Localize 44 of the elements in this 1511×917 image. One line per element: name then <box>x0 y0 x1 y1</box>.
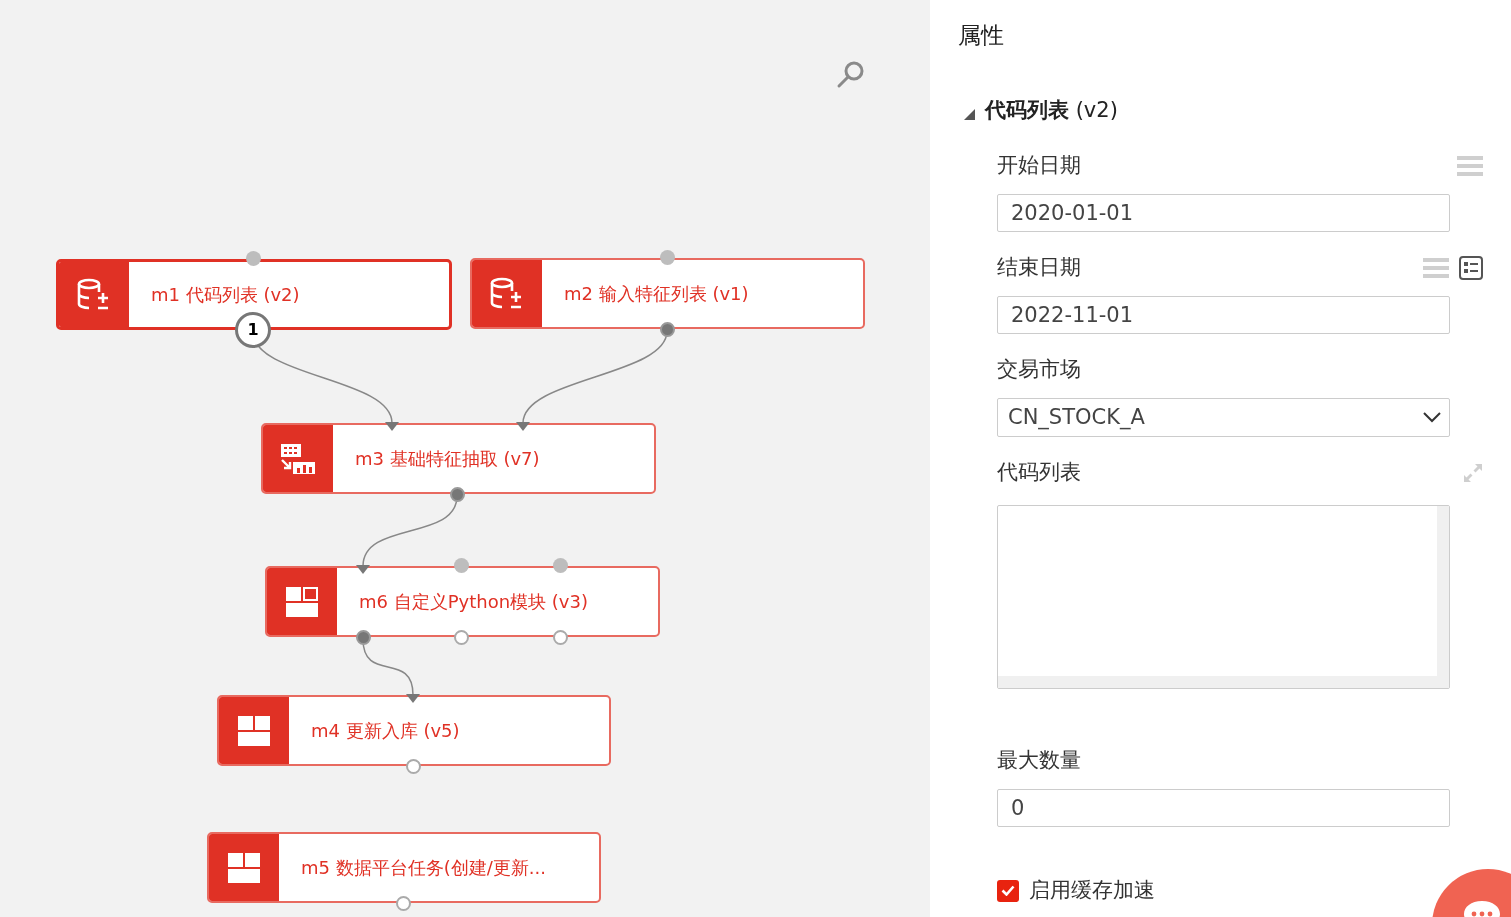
scrollbar[interactable] <box>1437 506 1449 676</box>
text-field[interactable]: 2022-11-01 <box>997 296 1450 334</box>
node-label: m2 输入特征列表 (v1) <box>564 282 749 306</box>
scrollbar[interactable] <box>998 676 1449 688</box>
text-field[interactable]: 0 <box>997 789 1450 827</box>
module-node[interactable]: m6 自定义Python模块 (v3) <box>265 566 660 637</box>
input-port-arrow-icon[interactable] <box>385 422 399 431</box>
field-label: 交易市场 <box>997 356 1081 384</box>
module-node[interactable]: m3 基础特征抽取 (v7) <box>261 423 656 494</box>
node-label: m1 代码列表 (v2) <box>151 283 300 307</box>
output-port-badge[interactable]: 1 <box>235 312 271 348</box>
node-label: m5 数据平台任务(创建/更新... <box>301 856 546 880</box>
form-icon[interactable] <box>1459 256 1483 280</box>
input-port-arrow-icon[interactable] <box>406 694 420 703</box>
layout-grid-icon <box>228 852 260 883</box>
extract-chart-icon <box>280 442 316 475</box>
chevron-down-icon <box>1423 412 1441 423</box>
select-field[interactable]: CN_STOCK_A <box>997 398 1450 437</box>
expand-icon[interactable] <box>1463 463 1483 483</box>
section-header[interactable]: 代码列表 (v2) <box>964 94 1511 126</box>
node-label: m4 更新入库 (v5) <box>311 719 460 743</box>
menu-icon[interactable] <box>1457 155 1483 177</box>
field-label: 代码列表 <box>997 459 1081 487</box>
input-port-arrow-icon[interactable] <box>356 565 370 574</box>
field-label: 结束日期 <box>997 254 1081 282</box>
field-label: 最大数量 <box>997 747 1081 775</box>
text-field[interactable]: 2020-01-01 <box>997 194 1450 232</box>
layout-grid-icon <box>238 715 270 746</box>
search-icon[interactable] <box>836 59 866 89</box>
module-node[interactable]: m4 更新入库 (v5) <box>217 695 611 766</box>
node-label: m6 自定义Python模块 (v3) <box>359 590 588 614</box>
section-title: 代码列表 (v2) <box>985 96 1118 124</box>
check-icon <box>1001 885 1015 897</box>
panel-title: 属性 <box>958 21 1005 50</box>
menu-icon[interactable] <box>1423 257 1449 279</box>
module-node[interactable]: m2 输入特征列表 (v1) <box>470 258 865 329</box>
field-label: 开始日期 <box>997 152 1081 180</box>
checkbox[interactable] <box>997 879 1019 902</box>
checkbox-label: 启用缓存加速 <box>1029 877 1155 904</box>
node-label: m3 基础特征抽取 (v7) <box>355 447 540 471</box>
input-port-arrow-icon[interactable] <box>516 422 530 431</box>
module-node[interactable]: m5 数据平台任务(创建/更新... <box>207 832 601 903</box>
collapse-triangle-icon <box>964 108 975 120</box>
layout-grid-icon <box>286 586 318 617</box>
